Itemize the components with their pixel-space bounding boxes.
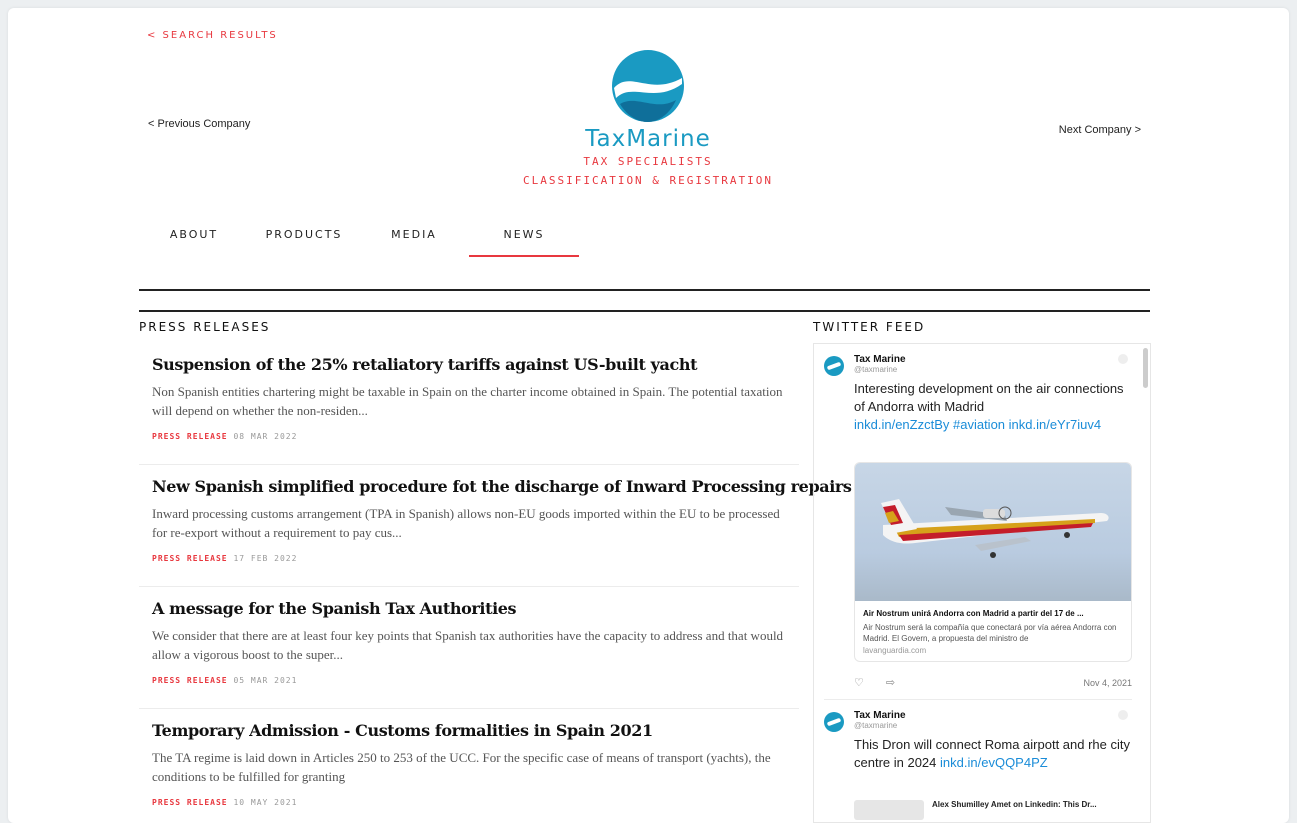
tweet-body: Interesting development on the air conne… (854, 381, 1124, 414)
link-preview-card[interactable]: Alex Shumilley Amet on Linkedin: This Dr… (854, 800, 1132, 820)
airplane-image (855, 463, 1131, 601)
article-title[interactable]: A message for the Spanish Tax Authoritie… (152, 599, 786, 618)
tweet-date[interactable]: Nov 4, 2021 (1083, 678, 1132, 688)
tweet-author-name[interactable]: Tax Marine (854, 710, 906, 721)
article-kind: PRESS RELEASE (152, 798, 228, 807)
article-meta: PRESS RELEASE 05 MAR 2021 (152, 676, 786, 685)
press-releases-heading: PRESS RELEASES (139, 320, 271, 334)
tweet-author-name[interactable]: Tax Marine (854, 354, 906, 365)
tab-media[interactable]: MEDIA (359, 228, 469, 257)
card-thumbnail (854, 800, 924, 820)
heart-icon[interactable]: ♡ (854, 676, 864, 689)
tweet-author-handle[interactable]: @taxmarine (854, 365, 906, 374)
article-meta: PRESS RELEASE 17 FEB 2022 (152, 554, 786, 563)
article-title[interactable]: Temporary Admission - Customs formalitie… (152, 721, 786, 740)
avatar[interactable] (824, 356, 844, 376)
article-excerpt: Non Spanish entities chartering might be… (152, 384, 783, 418)
tagline-primary: TAX SPECIALISTS (583, 155, 713, 168)
card-domain: lavanguardia.com (863, 646, 927, 655)
article-excerpt: Inward processing customs arrangement (T… (152, 506, 780, 540)
article-date: 08 MAR 2022 (233, 432, 298, 441)
card-title[interactable]: Air Nostrum unirá Andorra con Madrid a p… (863, 609, 1123, 618)
share-icon[interactable]: ⇨ (886, 676, 895, 689)
article-excerpt: The TA regime is laid down in Articles 2… (152, 750, 771, 784)
company-name: TaxMarine (585, 126, 711, 152)
search-results-link[interactable]: < SEARCH RESULTS (147, 30, 278, 41)
article-kind: PRESS RELEASE (152, 432, 228, 441)
card-body: Air Nostrum unirá Andorra con Madrid a p… (855, 601, 1131, 661)
tweet-text: Interesting development on the air conne… (854, 380, 1132, 434)
tweet-actions: ♡ ⇨ Nov 4, 2021 (854, 676, 1132, 689)
company-page: < SEARCH RESULTS < Previous Company Next… (8, 8, 1289, 823)
divider-bottom (139, 310, 1150, 312)
tab-about[interactable]: ABOUT (139, 228, 249, 257)
twitter-feed[interactable]: Tax Marine @taxmarine Interesting develo… (813, 343, 1151, 823)
article-date: 10 MAY 2021 (233, 798, 298, 807)
article-date: 17 FEB 2022 (233, 554, 298, 563)
card-description: Air Nostrum será la compañía que conecta… (863, 623, 1117, 643)
tweet-links[interactable]: inkd.in/evQQP4PZ (940, 755, 1048, 770)
tab-products[interactable]: PRODUCTS (249, 228, 359, 257)
twitter-feed-heading: TWITTER FEED (813, 320, 926, 334)
tweet[interactable]: Tax Marine @taxmarine Interesting develo… (814, 344, 1150, 700)
press-release-list: Suspension of the 25% retaliatory tariff… (139, 343, 852, 823)
twitter-bird-icon[interactable] (1118, 354, 1128, 364)
tagline-secondary: CLASSIFICATION & REGISTRATION (522, 174, 774, 187)
link-preview-card[interactable]: Air Nostrum unirá Andorra con Madrid a p… (854, 462, 1132, 662)
tab-news[interactable]: NEWS (469, 228, 579, 257)
tweet-text: This Dron will connect Roma airpott and … (854, 736, 1132, 772)
article-kind: PRESS RELEASE (152, 676, 228, 685)
previous-company-link[interactable]: < Previous Company (148, 118, 250, 130)
press-release-item[interactable]: New Spanish simplified procedure fot the… (139, 465, 852, 587)
avatar[interactable] (824, 712, 844, 732)
tweet-author: Tax Marine @taxmarine (854, 354, 906, 374)
twitter-bird-icon[interactable] (1118, 710, 1128, 720)
wave-logo-icon (612, 50, 684, 122)
press-release-item[interactable]: Temporary Admission - Customs formalitie… (139, 709, 799, 823)
article-meta: PRESS RELEASE 10 MAY 2021 (152, 798, 786, 807)
tweet-author-handle[interactable]: @taxmarine (854, 721, 906, 730)
company-logo: TaxMarine (568, 48, 728, 152)
article-kind: PRESS RELEASE (152, 554, 228, 563)
article-excerpt: We consider that there are at least four… (152, 628, 784, 662)
article-date: 05 MAR 2021 (233, 676, 298, 685)
article-title[interactable]: New Spanish simplified procedure fot the… (152, 477, 852, 496)
press-release-item[interactable]: Suspension of the 25% retaliatory tariff… (139, 343, 799, 465)
tweet-header: Tax Marine @taxmarine (824, 354, 1132, 376)
tweet-header: Tax Marine @taxmarine (824, 710, 1132, 732)
tweet-author: Tax Marine @taxmarine (854, 710, 906, 730)
article-meta: PRESS RELEASE 08 MAR 2022 (152, 432, 786, 441)
tweet[interactable]: Tax Marine @taxmarine This Dron will con… (814, 700, 1150, 820)
company-tabs: ABOUT PRODUCTS MEDIA NEWS (139, 228, 579, 257)
card-title[interactable]: Alex Shumilley Amet on Linkedin: This Dr… (932, 800, 1097, 820)
article-title[interactable]: Suspension of the 25% retaliatory tariff… (152, 355, 786, 374)
airplane-icon (881, 499, 1109, 558)
press-release-item[interactable]: A message for the Spanish Tax Authoritie… (139, 587, 799, 709)
tweet-links[interactable]: inkd.in/enZzctBy #aviation inkd.in/eYr7i… (854, 416, 1132, 434)
divider-top (139, 289, 1150, 291)
next-company-link[interactable]: Next Company > (1059, 124, 1141, 136)
